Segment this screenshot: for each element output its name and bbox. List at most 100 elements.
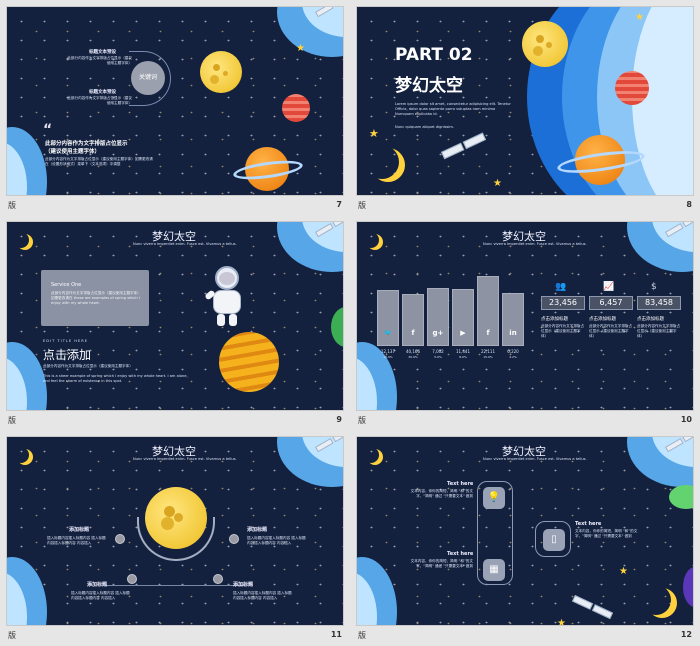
keyword-circle: 关键词 xyxy=(131,61,165,95)
slide-number: 11 xyxy=(330,630,342,639)
quote-mark: “ xyxy=(43,122,53,138)
block-text: 文本内容，你你的简短，简明 “和”的文字，"简明" 通过 "只需要文本" 做到 xyxy=(575,529,638,538)
block-title: Text here xyxy=(447,551,474,557)
bar-value: 12,137 xyxy=(381,349,395,354)
quote-line: 此部分内容作为文字排版占位显示 xyxy=(45,141,128,147)
service-card: Service One 此部分内容作为文字排版占位显示（建议使用主题字体）如需更… xyxy=(41,270,149,326)
slide-label: 版 xyxy=(358,416,366,425)
stat-text: 此部分内容作为文字排版占位显示（建议使用主题字体） xyxy=(541,324,585,338)
point-text: 插入标题内容插入标题内容 插入标题内容插入标题内容 内容插入 xyxy=(71,591,130,600)
slide-canvas: 梦幻太空 Nunc viverra imperdiet enim. Fusce … xyxy=(356,221,694,411)
star-icon: ★ xyxy=(557,618,566,626)
slide-thumbnail-8[interactable]: PART 02 梦幻太空 Lorem ipsum dolor sit amet,… xyxy=(350,0,700,215)
item-title: 标题文本预设 xyxy=(89,90,116,95)
click-title: 点击添加 xyxy=(43,348,92,362)
crescent-moon-icon xyxy=(363,447,379,463)
linkedin-icon: in xyxy=(509,329,517,337)
quote-line: （建议使用主题字体） xyxy=(45,149,101,155)
stat-text: 此部分内容作为文字排版占位显示（建议使用主题字体） xyxy=(637,324,681,338)
point-title: 添加标题 xyxy=(87,582,108,588)
growth-chart-icon: 📈 xyxy=(603,282,615,292)
twitter-icon: 🐦 xyxy=(383,329,393,337)
header-subtitle: Nunc viverra imperdiet enim. Fusce est. … xyxy=(483,242,587,246)
crescent-moon-icon xyxy=(13,232,29,248)
bar-percent: 15.0% xyxy=(483,355,493,359)
section-small-line: Nunc quiquam aliquet dignissim. xyxy=(395,125,455,129)
slide-number: 12 xyxy=(680,630,692,639)
slide-canvas: 梦幻太空 Nunc viverra imperdiet enim. Fusce … xyxy=(356,436,694,626)
slide-number: 8 xyxy=(686,200,692,209)
service-title: Service One xyxy=(51,282,82,288)
stats-group: 👥 23,456 点击添加标题此部分内容作为文字排版占位显示（建议使用主题字体） 📈 6… xyxy=(541,282,691,392)
star-icon: ★ xyxy=(635,12,644,23)
slide-label: 版 xyxy=(358,631,366,640)
slide-label: 版 xyxy=(8,201,16,210)
header-subtitle: Nunc viverra imperdiet enim. Fusce est. … xyxy=(483,457,587,461)
crescent-moon-icon xyxy=(365,145,399,179)
node-dot xyxy=(115,534,125,544)
red-planet xyxy=(615,71,649,105)
slide-label: 版 xyxy=(8,416,16,425)
star-icon: ★ xyxy=(369,127,379,140)
slide-label: 版 xyxy=(358,201,366,210)
bar-value: 6,220 xyxy=(507,349,519,354)
crescent-moon-icon xyxy=(13,447,29,463)
slide-number: 10 xyxy=(680,415,692,424)
stat-value: 83,458 xyxy=(637,296,681,310)
quote-small-text: 此部分内容作为文字排版占位显示（建议使用主题字体）如需更改请在（设置形状格式）菜… xyxy=(45,157,153,166)
slide-thumbnail-grid: 标题文本预设 此部分内容作为文字排版占位显示（建议使用主题字体） 标题文本预设 … xyxy=(0,0,700,646)
red-planet xyxy=(282,94,310,122)
part-label: PART 02 xyxy=(395,45,473,65)
slide-thumbnail-11[interactable]: 梦幻太空 Nunc viverra imperdiet enim. Fusce … xyxy=(0,430,350,645)
stat-label: 点击添加标题 xyxy=(541,317,568,322)
crescent-moon-icon xyxy=(363,232,379,248)
block-title: Text here xyxy=(575,521,602,527)
social-bar: ▶ xyxy=(452,289,474,346)
icon-frame xyxy=(535,521,571,557)
slide-thumbnail-7[interactable]: 标题文本预设 此部分内容作为文字排版占位显示（建议使用主题字体） 标题文本预设 … xyxy=(0,0,350,215)
slide-thumbnail-9[interactable]: 梦幻太空 Nunc viverra imperdiet enim. Fusce … xyxy=(0,215,350,430)
slide-canvas: 梦幻太空 Nunc viverra imperdiet enim. Fusce … xyxy=(6,221,344,411)
stat-label: 点击添加标题 xyxy=(637,317,664,322)
slide-thumbnail-10[interactable]: 梦幻太空 Nunc viverra imperdiet enim. Fusce … xyxy=(350,215,700,430)
google-plus-icon: g+ xyxy=(432,329,444,337)
node-dot xyxy=(229,534,239,544)
star-icon: ★ xyxy=(296,43,305,54)
block-text: 文本内容，你你的简短，简明 “和”的文字，"简明" 通过 "只需要文本" 做到 xyxy=(410,489,473,498)
youtube-icon: ▶ xyxy=(460,329,466,337)
header-subtitle: Nunc viverra imperdiet enim. Fusce est. … xyxy=(133,457,237,461)
slide-thumbnail-12[interactable]: 梦幻太空 Nunc viverra imperdiet enim. Fusce … xyxy=(350,430,700,645)
social-bar: 🐦 xyxy=(377,290,399,346)
crescent-moon-icon xyxy=(641,585,671,615)
yellow-moon-planet xyxy=(522,21,568,67)
header-subtitle: Nunc viverra imperdiet enim. Fusce est. … xyxy=(133,242,237,246)
bar-value: 11,441 xyxy=(456,349,470,354)
people-icon: 👥 xyxy=(555,282,567,292)
point-text: 插入标题内容插入标题内容 插入标题内容插入标题内容 内容插入 xyxy=(247,536,306,545)
social-bar: f xyxy=(402,294,424,346)
slide-canvas: PART 02 梦幻太空 Lorem ipsum dolor sit amet,… xyxy=(356,6,694,196)
section-title: 梦幻太空 xyxy=(395,76,463,96)
slide-number: 9 xyxy=(336,415,342,424)
section-body: Lorem ipsum dolor sit amet, consectetur … xyxy=(395,102,511,116)
node-dot xyxy=(127,574,137,584)
connector-line xyxy=(105,585,245,586)
bar-percent: 5.0% xyxy=(434,355,442,359)
slide-number: 7 xyxy=(336,200,342,209)
striped-planet xyxy=(219,332,279,392)
bar-percent: 10.0% xyxy=(383,355,393,359)
block-text: 文本内容，你你的简短，简明 “和”的文字，"简明" 通过 "只需要文本" 做到 xyxy=(410,559,473,568)
facebook-icon: f xyxy=(486,329,490,337)
stat-value: 23,456 xyxy=(541,296,585,310)
star-icon: ★ xyxy=(493,178,502,189)
item-text: 此部分内容作为文字排版占位显示（建议使用主题字体） xyxy=(67,56,132,65)
bar-percent: 30.0% xyxy=(408,355,418,359)
node-dot xyxy=(213,574,223,584)
point-text: 插入标题内容插入标题内容 插入标题内容插入标题内容 内容插入 xyxy=(47,536,106,545)
slide-canvas: 梦幻太空 Nunc viverra imperdiet enim. Fusce … xyxy=(6,436,344,626)
item-text: 此部分内容作为文字排版占位显示（建议使用主题字体） xyxy=(67,96,132,105)
stat-value: 6,457 xyxy=(589,296,633,310)
astronaut-illustration xyxy=(203,266,249,330)
click-text: This is a sheer example of spring which … xyxy=(43,374,188,383)
service-text: 此部分内容作为文字排版占位显示（建议使用主题字体）如需更改请在 these ar… xyxy=(51,291,141,305)
